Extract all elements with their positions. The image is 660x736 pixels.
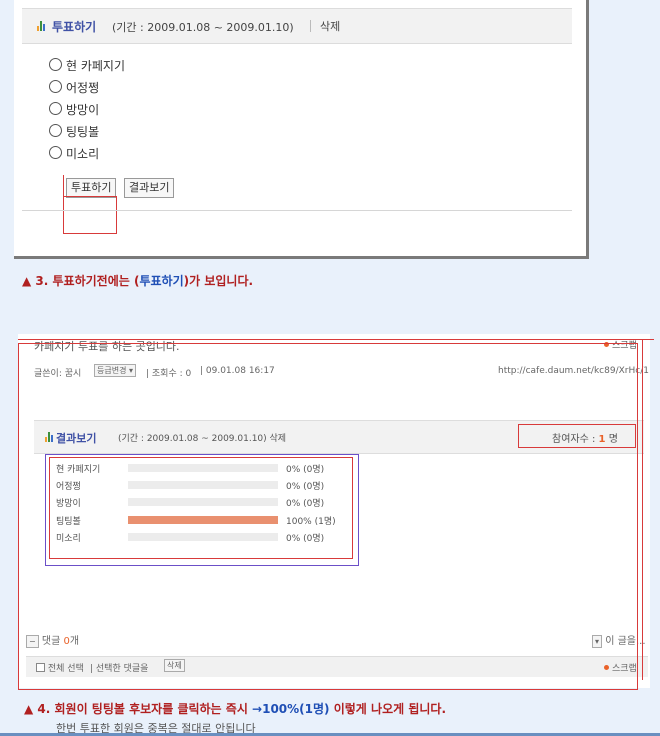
poll-option-label: 현 카페지기 [66, 59, 126, 73]
radio-button[interactable] [49, 102, 62, 115]
vote-button[interactable]: 투표하기 [66, 178, 117, 198]
radio-button[interactable] [49, 124, 62, 137]
poll-option-label: 어정쩡 [66, 81, 100, 95]
poll-option-label: 방망이 [66, 103, 100, 117]
caption-highlight: 투표하기 [139, 274, 184, 288]
annotation-results-box [49, 457, 353, 559]
poll-header: 투표하기 (기간 : 2009.01.08 ~ 2009.01.10) 삭제 [22, 8, 572, 44]
poll-option[interactable]: 방망이 [49, 102, 99, 118]
poll-option-label: 미소리 [66, 147, 100, 161]
triangle-marker-icon: ▲ [22, 274, 32, 288]
caption-text: )가 보입니다. [183, 274, 254, 288]
poll-option[interactable]: 팅팅볼 [49, 124, 99, 140]
annotation-line [642, 339, 643, 680]
caption-text: 3. 투표하기전에는 ( [35, 274, 140, 288]
delete-link[interactable]: 삭제 [320, 18, 340, 34]
caption-step-3: ▲ 3. 투표하기전에는 (투표하기)가 보입니다. [22, 272, 253, 289]
caption-step-4: ▲ 4. 회원이 팅팅볼 후보자를 클릭하는 즉시 →100%(1명) 이렇게 … [24, 700, 446, 717]
poll-option[interactable]: 어정쩡 [49, 80, 99, 96]
poll-option-label: 팅팅볼 [66, 125, 100, 139]
radio-button[interactable] [49, 80, 62, 93]
triangle-marker-icon: ▲ [24, 702, 34, 716]
poll-period: (기간 : 2009.01.08 ~ 2009.01.10) [112, 21, 294, 34]
poll-option[interactable]: 현 카페지기 [49, 58, 125, 74]
poll-option[interactable]: 미소리 [49, 146, 99, 162]
annotation-box [63, 196, 117, 234]
bar-chart-icon [37, 21, 47, 31]
annotation-participant-box [518, 424, 636, 448]
view-results-button[interactable]: 결과보기 [124, 178, 175, 198]
caption-text: 4. 회원이 팅팅볼 후보자를 클릭하는 즉시 [37, 702, 253, 716]
caption-highlight: →100%(1명) [252, 702, 330, 716]
radio-button[interactable] [49, 146, 62, 159]
poll-title: 투표하기 [52, 20, 97, 34]
caption-text: 이렇게 나오게 됩니다. [329, 702, 446, 716]
divider [310, 20, 311, 32]
annotation-line [18, 339, 654, 340]
radio-button[interactable] [49, 58, 62, 71]
divider [22, 210, 572, 211]
